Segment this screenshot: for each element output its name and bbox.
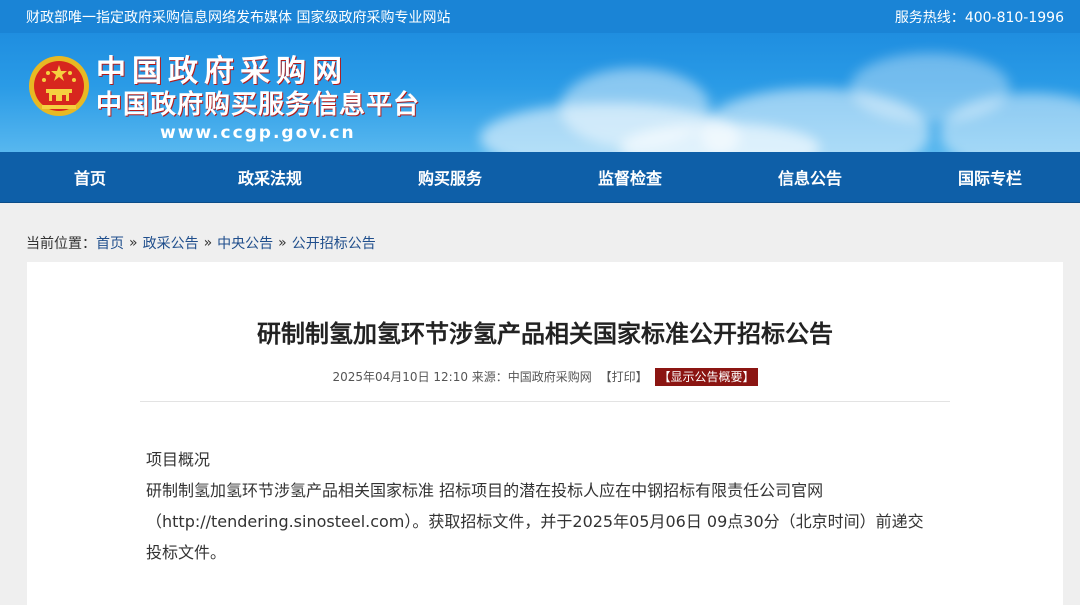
nav-item-home[interactable]: 首页 — [0, 165, 180, 189]
article-title: 研制制氢加氢环节涉氢产品相关国家标准公开招标公告 — [257, 320, 833, 348]
paragraph-line: （http://tendering.sinosteel.com）。获取招标文件，… — [146, 512, 924, 531]
breadcrumb-separator: » — [129, 234, 138, 251]
article-panel: 研制制氢加氢环节涉氢产品相关国家标准公开招标公告 2025年04月10日 12:… — [27, 262, 1063, 605]
article-source: 来源：中国政府采购网 — [471, 370, 592, 384]
breadcrumb-prefix: 当前位置： — [26, 235, 96, 252]
breadcrumb-home[interactable]: 首页 — [96, 233, 124, 253]
breadcrumb-separator: » — [278, 234, 287, 251]
nav-item-purchase-services[interactable]: 购买服务 — [360, 165, 540, 189]
divider — [140, 401, 950, 402]
service-hotline: 服务热线：400-810-1996 — [895, 7, 1064, 27]
article-meta: 2025年04月10日 12:10 来源：中国政府采购网 【打印】 【显示公告概… — [27, 368, 1063, 386]
logo-subtitle: 中国政府购买服务信息平台 — [96, 90, 421, 120]
section-heading: 项目概况 — [146, 450, 211, 469]
site-logo[interactable]: 中国政府采购网 中国政府购买服务信息平台 www.ccgp.gov.cn — [96, 55, 420, 145]
nav-item-regulations[interactable]: 政采法规 — [180, 165, 360, 189]
breadcrumb-open-tender[interactable]: 公开招标公告 — [292, 233, 376, 253]
site-header: 中国政府采购网 中国政府购买服务信息平台 www.ccgp.gov.cn — [0, 33, 1080, 152]
show-summary-button[interactable]: 【显示公告概要】 — [655, 368, 758, 386]
article-body: 项目概况 研制制氢加氢环节涉氢产品相关国家标准 招标项目的潜在投标人应在中钢招标… — [27, 444, 1063, 568]
print-link[interactable]: 【打印】 — [600, 370, 648, 384]
logo-title: 中国政府采购网 — [96, 54, 348, 89]
logo-url: www.ccgp.gov.cn — [160, 123, 356, 143]
main-nav: 首页 政采法规 购买服务 监督检查 信息公告 国际专栏 — [0, 152, 1080, 203]
top-info-bar: 财政部唯一指定政府采购信息网络发布媒体 国家级政府采购专业网站 服务热线：400… — [0, 0, 1080, 33]
nav-item-announcements[interactable]: 信息公告 — [720, 165, 900, 189]
breadcrumb-procurement-announcements[interactable]: 政采公告 — [143, 233, 199, 253]
site-slogan: 财政部唯一指定政府采购信息网络发布媒体 国家级政府采购专业网站 — [26, 9, 451, 26]
paragraph-line: 研制制氢加氢环节涉氢产品相关国家标准 招标项目的潜在投标人应在中钢招标有限责任公… — [146, 481, 824, 500]
article-date: 2025年04月10日 12:10 — [332, 370, 468, 384]
national-emblem-icon[interactable] — [28, 53, 90, 119]
hotline-number: 400-810-1996 — [964, 9, 1064, 26]
nav-item-international[interactable]: 国际专栏 — [900, 165, 1080, 189]
nav-item-supervision[interactable]: 监督检查 — [540, 165, 720, 189]
hotline-label: 服务热线： — [894, 9, 965, 26]
paragraph-line: 投标文件。 — [146, 543, 227, 562]
breadcrumb-separator: » — [203, 234, 213, 251]
breadcrumb-central-announcements[interactable]: 中央公告 — [217, 233, 273, 253]
